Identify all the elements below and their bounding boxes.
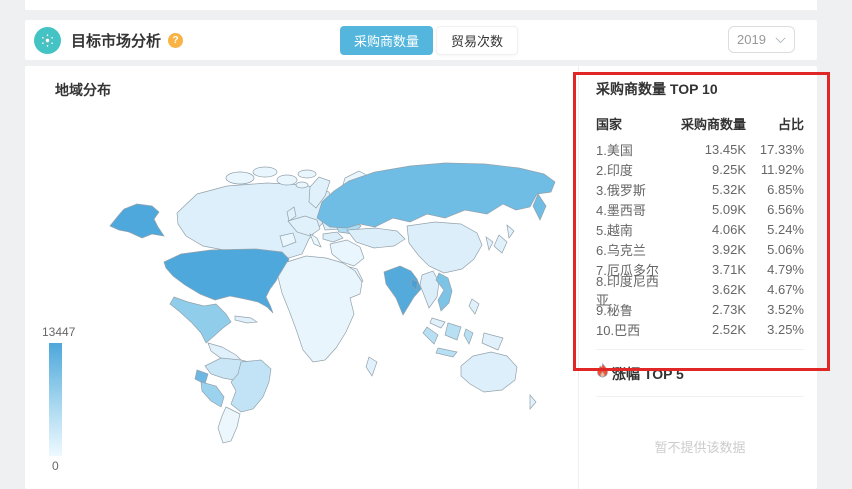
row-value: 13.45K <box>704 142 746 157</box>
row-share: 11.92% <box>760 162 804 177</box>
table-row: 10.巴西 2.52K 3.25% <box>596 320 804 339</box>
map-region <box>297 169 317 179</box>
row-value: 3.62K <box>712 282 746 297</box>
table-row: 8.印度尼西亚 3.62K 4.67% <box>596 274 804 308</box>
top10-title: 采购商数量 TOP 10 <box>596 81 718 97</box>
map-country-vietnam[interactable] <box>435 272 453 312</box>
map-region <box>225 171 255 185</box>
rise-top5-title: 涨幅 TOP 5 <box>612 365 684 382</box>
map-region-cuba <box>234 315 259 324</box>
row-country: 10.巴西 <box>596 323 641 338</box>
legend-min-label: 0 <box>52 459 59 473</box>
row-share: 17.33% <box>759 142 804 157</box>
year-select-value: 2019 <box>737 32 766 47</box>
row-country: 4.墨西哥 <box>596 203 646 218</box>
row-value: 3.71K <box>712 262 746 277</box>
help-icon[interactable]: ? <box>168 32 184 48</box>
map-region <box>276 174 298 186</box>
header-card: 目标市场分析 ? 采购商数量 贸易次数 2019 <box>25 20 817 60</box>
row-country: 2.印度 <box>596 163 633 178</box>
row-country: 1.美国 <box>596 143 633 158</box>
col-header-share: 占比 <box>777 117 804 132</box>
row-value: 4.06K <box>712 222 746 237</box>
previous-card-edge <box>25 0 817 10</box>
map-region-iceland <box>295 181 309 189</box>
row-country: 3.俄罗斯 <box>596 183 646 198</box>
rise-top5-header: 涨幅 TOP 5 <box>596 362 804 384</box>
row-value: 2.52K <box>712 322 746 337</box>
map-region-australia[interactable] <box>460 351 518 393</box>
row-share: 5.06% <box>767 242 804 257</box>
map-region-italy <box>309 233 322 248</box>
map-country-india[interactable] <box>383 265 422 316</box>
col-header-country: 国家 <box>596 117 623 132</box>
row-value: 5.32K <box>712 182 746 197</box>
map-region-new-guinea <box>481 332 504 351</box>
row-share: 6.56% <box>767 202 804 217</box>
row-share: 4.79% <box>767 262 804 277</box>
year-select[interactable]: 2019 <box>728 26 795 53</box>
map-region-japan-north <box>506 224 515 239</box>
world-map[interactable] <box>25 66 578 487</box>
map-region-myanmar-thailand[interactable] <box>419 270 440 309</box>
map-region-turkey <box>322 231 344 243</box>
row-share: 5.24% <box>767 222 804 237</box>
snowflake-icon <box>34 26 61 54</box>
table-row: 3.俄罗斯 5.32K 6.85% <box>596 180 804 199</box>
section-divider <box>596 349 804 350</box>
table-header: 国家 采购商数量 占比 <box>596 114 804 133</box>
col-header-value: 采购商数量 <box>680 117 746 132</box>
map-country-mexico[interactable] <box>169 296 232 344</box>
map-region-korea <box>485 236 494 252</box>
row-country: 9.秘鲁 <box>596 303 633 318</box>
toggle-trade-count-button[interactable]: 贸易次数 <box>436 26 519 55</box>
color-scale-bar <box>49 343 62 456</box>
map-country-indonesia-sulawesi <box>463 328 474 345</box>
row-country: 6.乌克兰 <box>596 243 646 258</box>
ranking-panel: 采购商数量 TOP 10 国家 采购商数量 占比 1.美国 13.45K 17.… <box>578 66 817 489</box>
geo-distribution-card: 地域分布 13447 0 采购商数量 TOP 10 国家 采购商数量 占比 1.… <box>25 66 817 489</box>
map-region-china-mongolia[interactable] <box>406 221 483 274</box>
map-region-japan[interactable] <box>493 234 508 254</box>
table-row: 9.秘鲁 2.73K 3.52% <box>596 300 804 319</box>
row-value: 2.73K <box>712 302 746 317</box>
row-share: 3.25% <box>767 322 804 337</box>
row-value: 9.25K <box>712 162 746 177</box>
metric-toggle: 采购商数量 贸易次数 <box>340 26 519 55</box>
empty-state-message: 暂不提供该数据 <box>654 440 746 455</box>
map-country-indonesia-sumatra[interactable] <box>422 326 439 345</box>
map-region <box>252 166 278 178</box>
map-region-argentina-chile[interactable] <box>217 406 241 444</box>
map-country-peru[interactable] <box>200 381 225 408</box>
page-title: 目标市场分析 <box>71 32 162 50</box>
chevron-down-icon <box>775 32 786 47</box>
map-region-malaysia <box>429 317 446 329</box>
table-row: 2.印度 9.25K 11.92% <box>596 160 804 179</box>
row-share: 3.52% <box>767 302 804 317</box>
map-country-usa-alaska[interactable] <box>109 203 165 239</box>
toggle-buyer-count-button[interactable]: 采购商数量 <box>340 26 434 55</box>
map-country-russia[interactable] <box>316 162 556 229</box>
legend-max-label: 13447 <box>42 325 76 339</box>
table-row: 1.美国 13.45K 17.33% <box>596 140 804 159</box>
table-row: 4.墨西哥 5.09K 6.56% <box>596 200 804 219</box>
row-value: 3.92K <box>712 242 746 257</box>
map-region-philippines <box>468 298 480 315</box>
row-share: 4.67% <box>767 282 804 297</box>
flame-icon <box>596 362 609 384</box>
map-country-indonesia-borneo[interactable] <box>444 322 462 341</box>
map-region-africa[interactable] <box>277 255 363 363</box>
row-value: 5.09K <box>712 202 746 217</box>
row-share: 6.85% <box>767 182 804 197</box>
table-row: 6.乌克兰 3.92K 5.06% <box>596 240 804 259</box>
row-country: 5.越南 <box>596 223 633 238</box>
section-divider <box>596 396 804 397</box>
map-region-madagascar <box>365 356 378 377</box>
table-row: 5.越南 4.06K 5.24% <box>596 220 804 239</box>
map-country-indonesia-java <box>435 347 458 358</box>
top10-rows: 1.美国 13.45K 17.33% 2.印度 9.25K 11.92% 3.俄… <box>596 140 804 339</box>
map-region-new-zealand <box>529 394 537 410</box>
